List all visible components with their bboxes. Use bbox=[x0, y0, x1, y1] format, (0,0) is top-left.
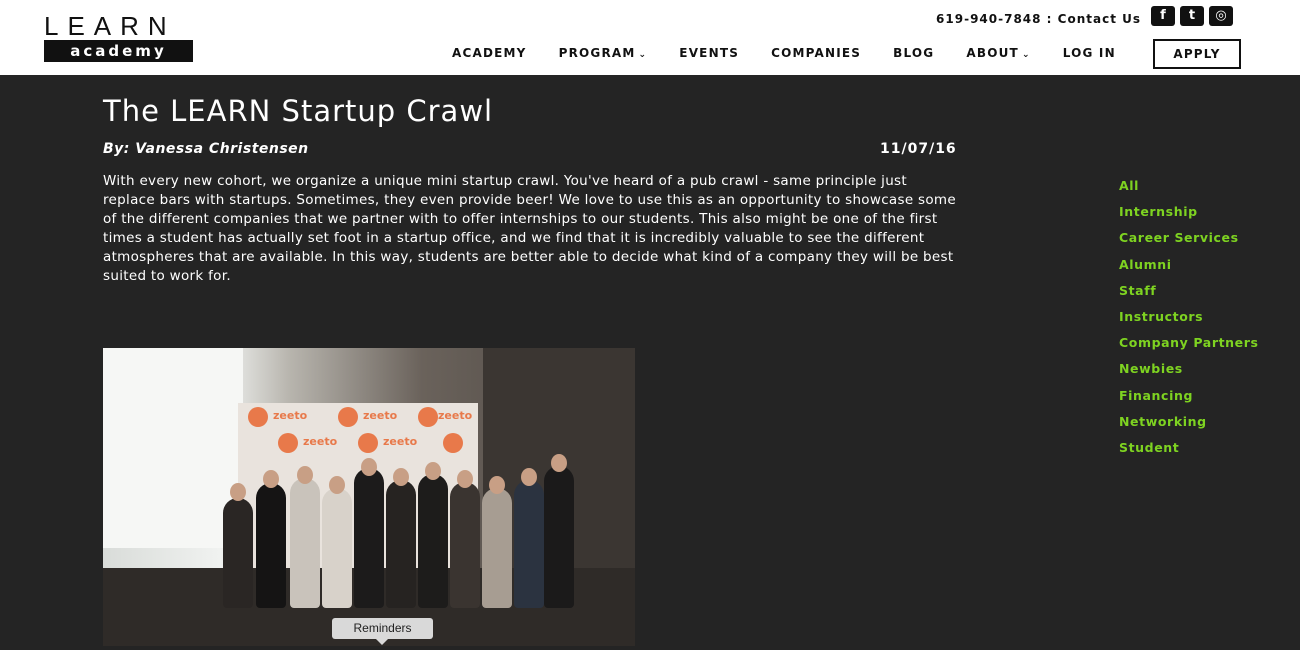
person-head bbox=[551, 454, 567, 472]
person bbox=[386, 480, 416, 608]
category-career-services[interactable]: Career Services bbox=[1119, 230, 1259, 256]
person bbox=[290, 478, 320, 608]
category-alumni[interactable]: Alumni bbox=[1119, 257, 1259, 283]
nav-events-label: EVENTS bbox=[679, 46, 740, 60]
person-head bbox=[457, 470, 473, 488]
category-instructors[interactable]: Instructors bbox=[1119, 309, 1259, 335]
nav-about[interactable]: ABOUT ⌄ bbox=[966, 46, 1030, 60]
logo-subtitle: academy bbox=[44, 40, 193, 62]
person bbox=[418, 474, 448, 608]
category-staff[interactable]: Staff bbox=[1119, 283, 1259, 309]
main-nav: ACADEMY PROGRAM ⌄ EVENTS COMPANIES BLOG A… bbox=[452, 46, 1148, 60]
nav-program-label: PROGRAM bbox=[558, 46, 636, 60]
banner-logo-icon bbox=[248, 407, 268, 427]
instagram-icon[interactable]: ◎ bbox=[1209, 6, 1233, 26]
person bbox=[514, 480, 544, 608]
social-links: f t ◎ bbox=[1151, 6, 1233, 26]
banner-word: zeeto bbox=[383, 435, 418, 448]
person-head bbox=[521, 468, 537, 486]
twitter-icon[interactable]: t bbox=[1180, 6, 1204, 26]
category-sidebar: All Internship Career Services Alumni St… bbox=[1119, 178, 1259, 466]
logo-wordmark: LEARN bbox=[44, 11, 176, 41]
person-head bbox=[425, 462, 441, 480]
site-header: LEARN academy 619-940-7848 : Contact Us … bbox=[0, 0, 1300, 75]
nav-about-label: ABOUT bbox=[966, 46, 1019, 60]
group-photo: zeeto zeeto zeeto zeeto zeeto bbox=[103, 348, 635, 646]
person bbox=[544, 466, 574, 608]
banner-logo-icon bbox=[418, 407, 438, 427]
nav-companies-label: COMPANIES bbox=[771, 46, 862, 60]
nav-blog-label: BLOG bbox=[893, 46, 935, 60]
category-company-partners[interactable]: Company Partners bbox=[1119, 335, 1259, 361]
nav-login-label: LOG IN bbox=[1062, 46, 1116, 60]
contact-link[interactable]: 619-940-7848 : Contact Us bbox=[936, 12, 1141, 26]
person bbox=[450, 482, 480, 608]
person-head bbox=[263, 470, 279, 488]
person-head bbox=[230, 483, 246, 501]
learn-academy-logo[interactable]: LEARN academy bbox=[44, 13, 194, 62]
category-newbies[interactable]: Newbies bbox=[1119, 361, 1259, 387]
nav-program[interactable]: PROGRAM ⌄ bbox=[559, 46, 648, 60]
article-title: The LEARN Startup Crawl bbox=[103, 94, 494, 128]
chevron-down-icon: ⌄ bbox=[638, 50, 648, 60]
nav-academy[interactable]: ACADEMY bbox=[452, 46, 527, 60]
person bbox=[223, 498, 253, 608]
person bbox=[322, 488, 352, 608]
category-all[interactable]: All bbox=[1119, 178, 1259, 204]
nav-events[interactable]: EVENTS bbox=[679, 46, 739, 60]
category-internship[interactable]: Internship bbox=[1119, 204, 1259, 230]
banner-word: zeeto bbox=[273, 409, 308, 422]
nav-login[interactable]: LOG IN bbox=[1063, 46, 1116, 60]
banner-word: zeeto bbox=[303, 435, 338, 448]
tooltip-arrow bbox=[376, 639, 388, 645]
category-financing[interactable]: Financing bbox=[1119, 388, 1259, 414]
person-head bbox=[297, 466, 313, 484]
article-date: 11/07/16 bbox=[880, 141, 957, 157]
article-body: With every new cohort, we organize a uni… bbox=[103, 173, 956, 284]
person bbox=[482, 488, 512, 608]
person-head bbox=[393, 468, 409, 486]
article-byline: By: Vanessa Christensen bbox=[103, 141, 309, 157]
person bbox=[256, 483, 286, 608]
person-head bbox=[329, 476, 345, 494]
person-head bbox=[489, 476, 505, 494]
apply-button[interactable]: APPLY bbox=[1153, 39, 1241, 69]
category-student[interactable]: Student bbox=[1119, 440, 1259, 466]
banner-word: zeeto bbox=[438, 409, 473, 422]
banner-word: zeeto bbox=[363, 409, 398, 422]
nav-blog[interactable]: BLOG bbox=[893, 46, 934, 60]
chevron-down-icon: ⌄ bbox=[1021, 50, 1031, 60]
nav-companies[interactable]: COMPANIES bbox=[771, 46, 861, 60]
person bbox=[354, 468, 384, 608]
person-head bbox=[361, 458, 377, 476]
nav-academy-label: ACADEMY bbox=[452, 46, 527, 60]
category-networking[interactable]: Networking bbox=[1119, 414, 1259, 440]
reminders-tooltip: Reminders bbox=[332, 618, 433, 639]
banner-logo-icon bbox=[338, 407, 358, 427]
facebook-icon[interactable]: f bbox=[1151, 6, 1175, 26]
photo-people bbox=[218, 448, 578, 608]
